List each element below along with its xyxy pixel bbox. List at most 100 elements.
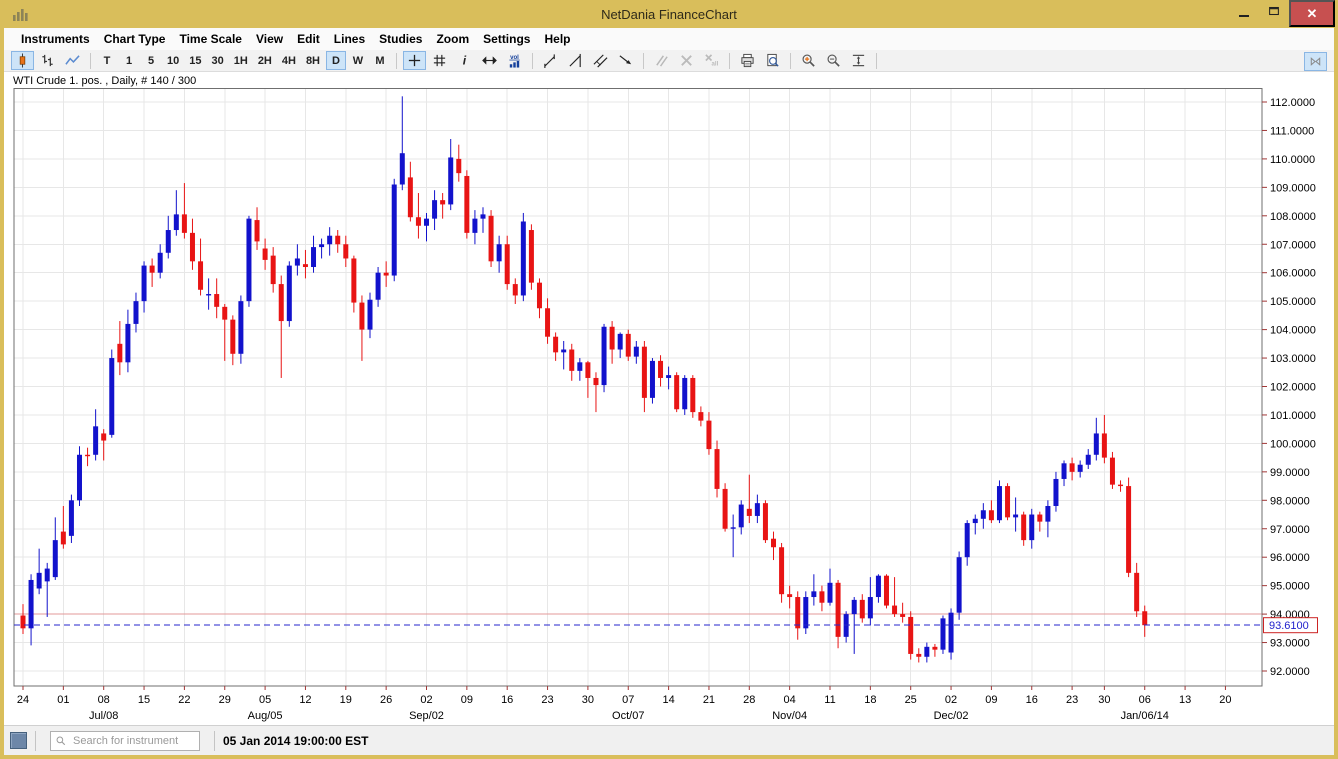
menu-time-scale[interactable]: Time Scale: [172, 30, 248, 48]
candle-body: [561, 350, 566, 353]
fit-vertical-button[interactable]: [847, 51, 870, 70]
collapse-panel-button[interactable]: [1304, 52, 1327, 71]
menu-lines[interactable]: Lines: [327, 30, 372, 48]
date-axis[interactable]: 2401081522290512192602091623300714212804…: [17, 686, 1232, 722]
timeframe-30m-button[interactable]: 30: [208, 51, 228, 70]
candle-body: [1021, 515, 1026, 541]
timeframe-2h-button[interactable]: 2H: [254, 51, 276, 70]
print-preview-button[interactable]: [761, 51, 784, 70]
grid-button[interactable]: [428, 51, 451, 70]
app-window: NetDania FinanceChart ✕ InstrumentsChart…: [0, 0, 1338, 759]
candle-body: [198, 262, 203, 290]
menu-view[interactable]: View: [249, 30, 290, 48]
arrow-line-button[interactable]: [614, 51, 637, 70]
status-bar: 05 Jan 2014 19:00:00 EST: [4, 725, 1334, 755]
parallel-channel-button[interactable]: [589, 51, 612, 70]
candle-body: [997, 486, 1002, 520]
candle-body: [1142, 612, 1147, 626]
candle-body: [626, 334, 631, 357]
candle-body: [1053, 479, 1058, 506]
maximize-button[interactable]: [1259, 0, 1289, 24]
timeframe-daily-button[interactable]: D: [326, 51, 346, 70]
candle-body: [206, 294, 211, 295]
candle-body: [811, 592, 816, 598]
vertical-trendline-button[interactable]: [564, 51, 587, 70]
candle-body: [932, 647, 937, 650]
candle-body: [706, 421, 711, 449]
timeframe-1h-button[interactable]: 1H: [230, 51, 252, 70]
candle-body: [892, 606, 897, 615]
candle-body: [69, 501, 74, 537]
menu-zoom[interactable]: Zoom: [429, 30, 476, 48]
price-tick-label: 95.0000: [1270, 581, 1310, 593]
line-chart-button[interactable]: [61, 51, 84, 70]
timeframe-tick-button[interactable]: T: [97, 51, 117, 70]
date-tick-label: 15: [138, 694, 150, 706]
month-label: Jul/08: [89, 710, 118, 722]
candle-body: [93, 427, 98, 455]
date-tick-label: 20: [1219, 694, 1231, 706]
candle-body: [537, 283, 542, 309]
menu-studies[interactable]: Studies: [372, 30, 429, 48]
candle-body: [166, 230, 171, 253]
statusbar-separator: [35, 731, 36, 751]
menu-help[interactable]: Help: [537, 30, 577, 48]
candle-body: [795, 597, 800, 628]
price-chart[interactable]: 92.000093.000094.000095.000096.000097.00…: [4, 88, 1334, 725]
candle-body: [214, 294, 219, 307]
zoom-in-button[interactable]: [797, 51, 820, 70]
candle-body: [1118, 485, 1123, 486]
timeframe-1m-button[interactable]: 1: [119, 51, 139, 70]
candle-body: [690, 378, 695, 412]
candle-body: [456, 159, 461, 173]
minimize-button[interactable]: [1229, 0, 1259, 24]
search-input[interactable]: [50, 731, 200, 751]
crosshair-button[interactable]: [403, 51, 426, 70]
instrument-list-button[interactable]: [10, 732, 27, 749]
horizontal-scale-button[interactable]: [478, 51, 501, 70]
price-tick-label: 99.0000: [1270, 467, 1310, 479]
candle-body: [368, 300, 373, 330]
date-tick-label: 02: [420, 694, 432, 706]
candle-body: [715, 449, 720, 489]
zoom-out-button[interactable]: [822, 51, 845, 70]
menu-instruments[interactable]: Instruments: [14, 30, 97, 48]
candle-body: [359, 303, 364, 330]
menu-settings[interactable]: Settings: [476, 30, 537, 48]
candle-body: [650, 361, 655, 398]
window-content: InstrumentsChart TypeTime ScaleViewEditL…: [4, 28, 1334, 755]
candle-body: [779, 548, 784, 595]
timeframe-monthly-button[interactable]: M: [370, 51, 390, 70]
candle-body: [908, 617, 913, 654]
date-tick-label: 07: [622, 694, 634, 706]
timeframe-5m-button[interactable]: 5: [141, 51, 161, 70]
candle-body: [981, 511, 986, 520]
date-tick-label: 21: [703, 694, 715, 706]
close-button[interactable]: ✕: [1289, 0, 1335, 27]
window-title: NetDania FinanceChart: [0, 7, 1338, 22]
candle-body: [836, 583, 841, 637]
menu-chart-type[interactable]: Chart Type: [97, 30, 173, 48]
timeframe-weekly-button[interactable]: W: [348, 51, 368, 70]
candlestick-chart-button[interactable]: [11, 51, 34, 70]
price-tick-label: 92.0000: [1270, 666, 1310, 678]
timeframe-4h-button[interactable]: 4H: [278, 51, 300, 70]
candle-body: [303, 265, 308, 268]
candle-body: [190, 233, 195, 261]
info-button[interactable]: i: [453, 51, 476, 70]
statusbar-separator: [214, 731, 215, 751]
date-tick-label: 05: [259, 694, 271, 706]
trendline-button[interactable]: [539, 51, 562, 70]
timeframe-8h-button[interactable]: 8H: [302, 51, 324, 70]
timeframe-10m-button[interactable]: 10: [163, 51, 183, 70]
volume-button[interactable]: vol: [503, 51, 526, 70]
candle-body: [585, 363, 590, 379]
date-tick-label: 09: [985, 694, 997, 706]
menu-bar: InstrumentsChart TypeTime ScaleViewEditL…: [4, 28, 1334, 50]
timeframe-15m-button[interactable]: 15: [185, 51, 205, 70]
menu-edit[interactable]: Edit: [290, 30, 327, 48]
print-button[interactable]: [736, 51, 759, 70]
bar-chart-button[interactable]: [36, 51, 59, 70]
date-tick-label: 16: [1026, 694, 1038, 706]
price-axis[interactable]: 92.000093.000094.000095.000096.000097.00…: [1262, 97, 1318, 678]
